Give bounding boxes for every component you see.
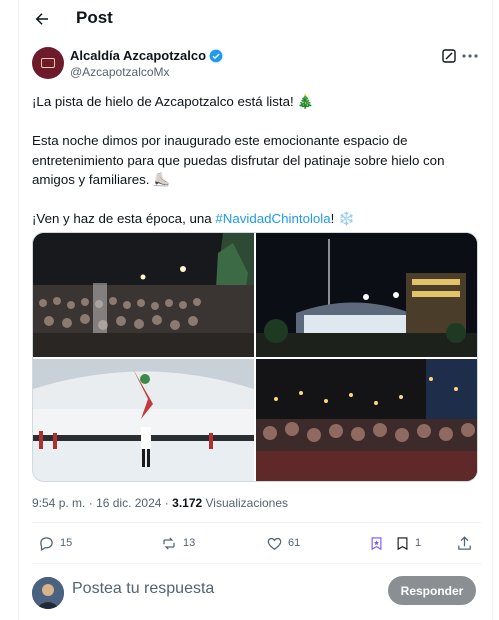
action-bar: 15 13 61 1 [32,532,481,556]
top-bar: Post [19,0,494,38]
arrow-left-icon [35,13,48,25]
post-line-3-prefix: ¡Ven y haz de esta época, una [32,211,216,226]
grok-button[interactable] [442,49,456,63]
reply-icon [40,536,53,551]
more-dots-icon [462,54,478,58]
author-handle[interactable]: @AzcapotzalcoMx [70,65,170,79]
reply-submit-button[interactable]: Responder [388,576,476,605]
post-text: ¡La pista de hielo de Azcapotzalco está … [32,92,480,248]
author-name-row[interactable]: Alcaldía Azcapotzalco [70,48,223,63]
post-date[interactable]: 16 dic. 2024 [96,496,161,510]
post-page: Post Alcaldía Azcapotzalco @Azcapotzalco… [18,0,493,620]
bookmark-count: 1 [415,537,422,549]
post-meta: 9:54 p. m. · 16 dic. 2024 · 3.172 Visual… [32,496,288,510]
photo-3-skater[interactable] [33,359,254,481]
more-options-button[interactable] [461,49,479,63]
post-line-1: ¡La pista de hielo de Azcapotzalco está … [32,94,314,109]
back-button[interactable] [31,8,53,30]
views-count: 3.172 [172,496,203,510]
bookmark-button[interactable]: 1 [395,532,421,554]
heart-icon [267,537,282,550]
like-count: 61 [288,537,301,549]
repost-count: 13 [183,537,196,549]
hashtag-link[interactable]: #NavidadChintolola [215,211,330,226]
meta-dot: · [88,496,93,510]
post-line-3-suffix: ! ❄️ [330,211,355,226]
divider [32,522,481,523]
divider-2 [32,563,481,564]
share-icon [458,535,471,550]
post-line-2: Esta noche dimos por inaugurado este emo… [32,133,445,187]
bookmark-icon [397,536,408,550]
grok-analyze-button[interactable] [369,532,384,554]
bookmark-star-icon [371,536,382,550]
author-name[interactable]: Alcaldía Azcapotzalco [70,48,206,63]
photo-1-crowd[interactable] [33,233,254,357]
reply-count: 15 [60,537,73,549]
page-title: Post [76,8,113,27]
post-time[interactable]: 9:54 p. m. [32,496,85,510]
like-button[interactable]: 61 [266,532,300,554]
media-grid [32,232,478,482]
photo-2-rink-night[interactable] [256,233,477,357]
repost-icon [163,536,175,550]
reply-input[interactable]: Postea tu respuesta [72,580,214,598]
grok-icon [442,49,456,63]
share-button[interactable] [456,532,473,554]
post-line-3: ¡Ven y haz de esta época, una #NavidadCh… [32,209,480,229]
logo-icon [41,58,55,68]
reply-button[interactable]: 15 [38,532,72,554]
repost-button[interactable]: 13 [160,532,195,554]
photo-4-crowd-lights[interactable] [256,359,477,481]
user-avatar[interactable] [32,577,64,609]
author-avatar[interactable] [32,47,64,79]
verified-badge-icon [209,49,223,62]
views-label: Visualizaciones [205,496,289,510]
meta-dot-2: · [164,496,169,510]
